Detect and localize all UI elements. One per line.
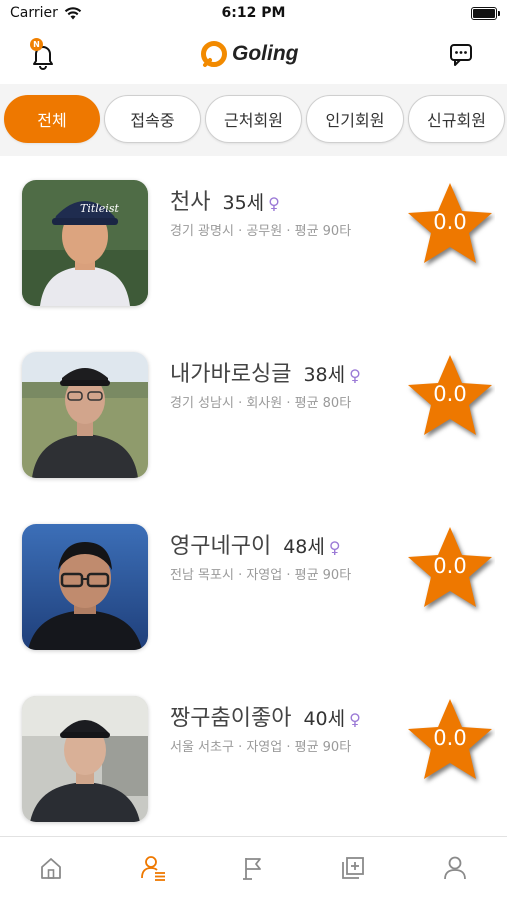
avatar[interactable]: [22, 524, 148, 650]
member-name-line: 짱구춤이좋아 40세 ♀: [170, 700, 361, 732]
tab-online[interactable]: 접속중: [104, 95, 201, 143]
member-name-line: 천사 35세 ♀: [170, 184, 280, 216]
rating-value: 0.0: [433, 210, 467, 234]
member-info: 전남 목포시 · 자영업 · 평균 90타: [170, 568, 352, 583]
app-logo: Goling: [200, 40, 299, 68]
member-age: 38세: [303, 364, 346, 386]
avatar[interactable]: [22, 696, 148, 822]
member-name-line: 영구네구이 48세 ♀: [170, 528, 341, 560]
tab-all[interactable]: 전체: [4, 95, 100, 143]
status-bar: Carrier 6:12 PM: [0, 0, 507, 28]
female-icon: ♀: [268, 194, 280, 213]
profile-icon: [444, 856, 466, 880]
female-icon: ♀: [349, 710, 361, 729]
notification-badge: N: [30, 38, 43, 51]
rating-value: 0.0: [433, 726, 467, 750]
add-post-icon: [342, 857, 364, 879]
svg-text:Titleist: Titleist: [80, 202, 119, 215]
member-age: 35세: [222, 192, 265, 214]
logo-mark-icon: [201, 41, 227, 67]
member-name: 천사: [170, 190, 211, 215]
app-header: N Goling: [0, 28, 507, 80]
tab-add[interactable]: [336, 851, 370, 885]
tab-profile[interactable]: [438, 851, 472, 885]
member-info: 서울 서초구 · 자영업 · 평균 90타: [170, 740, 352, 755]
rating-value: 0.0: [433, 382, 467, 406]
member-name: 내가바로싱글: [170, 362, 292, 387]
avatar[interactable]: Titleist: [22, 180, 148, 306]
battery-icon: [471, 7, 500, 20]
bottom-tab-bar: [0, 836, 507, 900]
member-row[interactable]: 짱구춤이좋아 40세 ♀ 서울 서초구 · 자영업 · 평균 90타 0.0: [0, 676, 507, 848]
clock: 6:12 PM: [221, 5, 286, 21]
member-list-icon: [141, 856, 165, 881]
member-row[interactable]: 영구네구이 48세 ♀ 전남 목포시 · 자영업 · 평균 90타 0.0: [0, 504, 507, 676]
member-age: 40세: [303, 708, 346, 730]
tab-members[interactable]: [136, 851, 170, 885]
flag-icon: [243, 858, 261, 880]
chat-icon[interactable]: [447, 40, 475, 68]
avatar[interactable]: [22, 352, 148, 478]
member-row[interactable]: Titleist 천사 35세 ♀ 경기 광명시 · 공무원 · 평균 90타 …: [0, 160, 507, 332]
filter-tabs: 전체 접속중 근처회원 인기회원 신규회원: [0, 84, 507, 156]
member-name: 짱구춤이좋아: [170, 706, 292, 731]
tab-new[interactable]: 신규회원: [408, 95, 505, 143]
female-icon: ♀: [349, 366, 361, 385]
member-age: 48세: [283, 536, 325, 558]
rating-value: 0.0: [433, 554, 467, 578]
female-icon: ♀: [328, 538, 341, 557]
member-row[interactable]: 내가바로싱글 38세 ♀ 경기 성남시 · 회사원 · 평균 80타 0.0: [0, 332, 507, 504]
member-name-line: 내가바로싱글 38세 ♀: [170, 356, 361, 388]
member-name: 영구네구이: [170, 534, 272, 559]
app-name: Goling: [232, 42, 299, 65]
member-info: 경기 광명시 · 공무원 · 평균 90타: [170, 224, 352, 239]
tab-nearby[interactable]: 근처회원: [205, 95, 302, 143]
member-info: 경기 성남시 · 회사원 · 평균 80타: [170, 396, 352, 411]
tab-rounds[interactable]: [236, 851, 270, 885]
home-icon: [41, 858, 61, 879]
tab-home[interactable]: [34, 851, 68, 885]
tab-popular[interactable]: 인기회원: [306, 95, 404, 143]
